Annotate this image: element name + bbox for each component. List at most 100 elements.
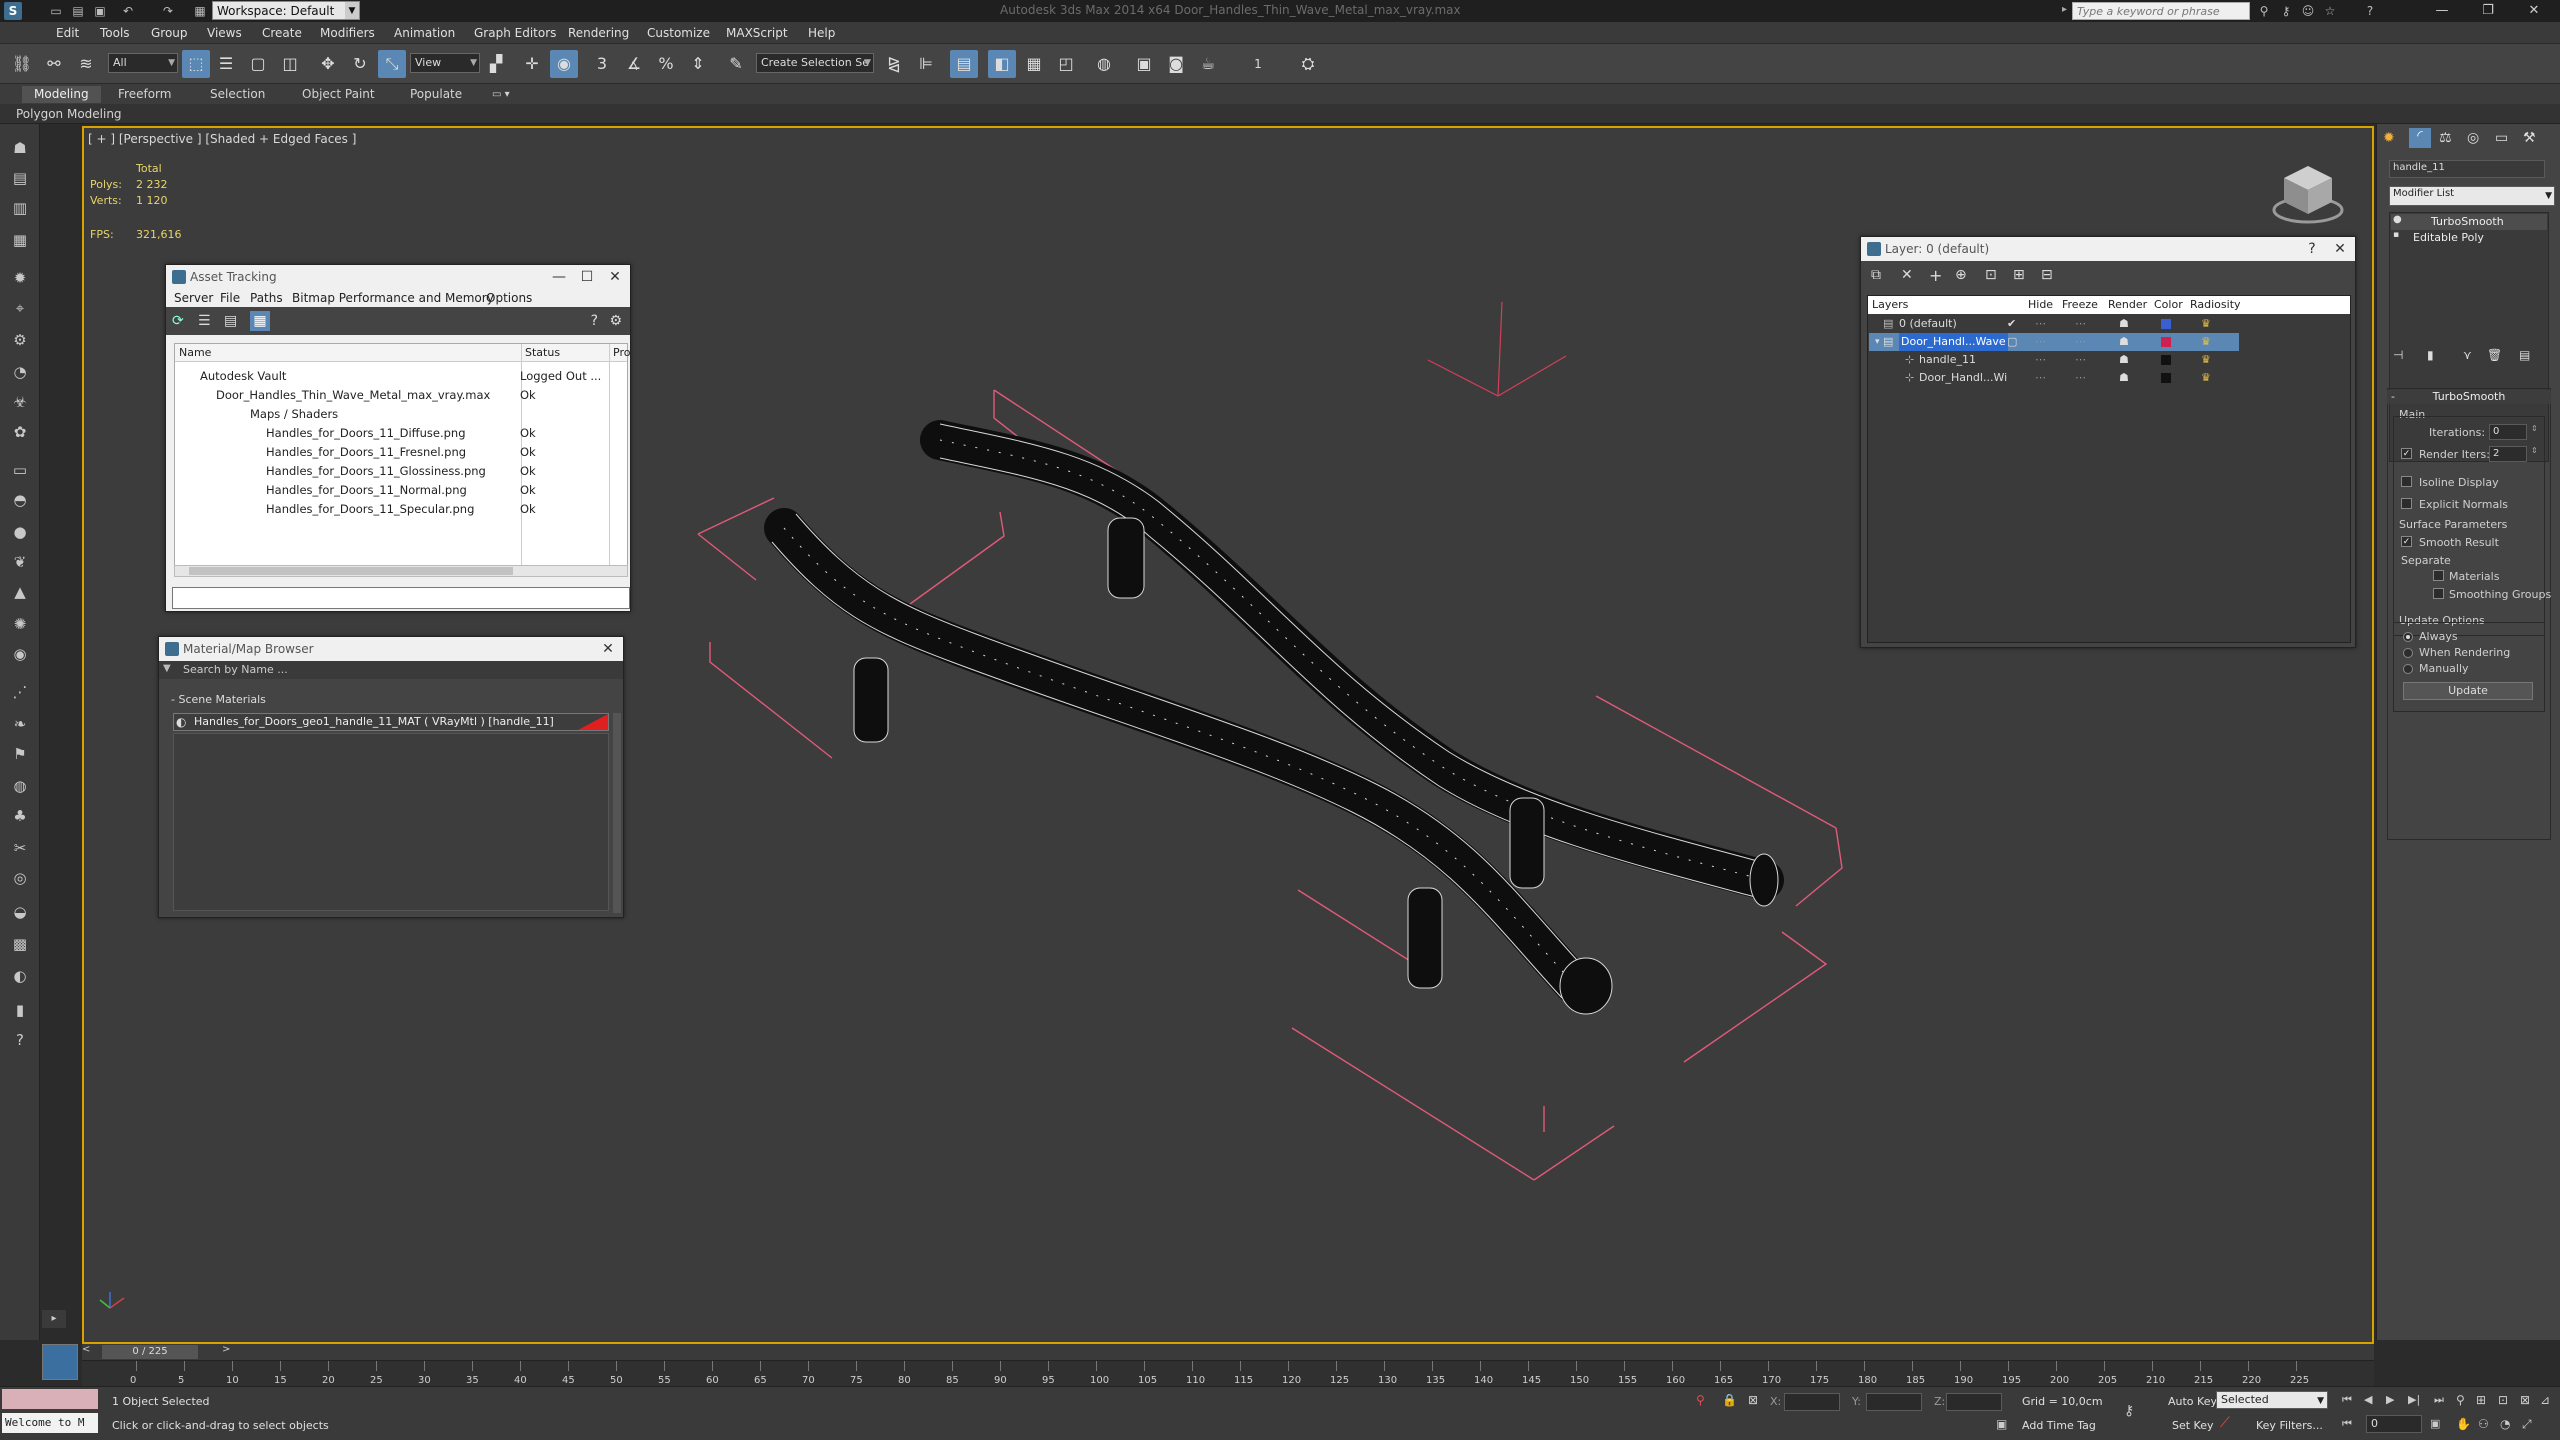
menu-options[interactable]: Options xyxy=(486,291,532,305)
key-mode-dropdown[interactable]: Selected ▼ xyxy=(2216,1391,2328,1409)
column-layers[interactable]: Layers xyxy=(1872,298,1908,311)
move-icon[interactable]: ✥ xyxy=(314,50,342,78)
show-end-result-icon[interactable]: ▮ xyxy=(2427,348,2434,362)
absolute-mode-icon[interactable]: ⊠ xyxy=(1748,1393,1758,1407)
menu-help[interactable]: Help xyxy=(808,26,835,40)
layer-color-swatch[interactable] xyxy=(2161,337,2171,347)
sun-icon[interactable]: ✺ xyxy=(8,612,32,636)
render-teapot-icon[interactable]: ☗ xyxy=(2119,369,2129,387)
help-icon[interactable]: ? xyxy=(2362,3,2378,19)
mirror-icon[interactable]: ⧎ xyxy=(880,50,908,78)
layer-explorer-titlebar[interactable]: Layer: 0 (default) ? ✕ xyxy=(1861,237,2355,261)
add-to-layer-icon[interactable]: ▢ xyxy=(2007,333,2017,351)
radiosity-icon[interactable]: ♛ xyxy=(2201,315,2211,333)
rollout-header[interactable]: - TurboSmooth xyxy=(2387,390,2551,404)
current-frame-field[interactable]: 0 xyxy=(2366,1415,2422,1433)
material-search-input[interactable]: Search by Name ... xyxy=(183,663,288,676)
table-view-icon[interactable]: ▦ xyxy=(250,311,270,331)
asset-path-field[interactable] xyxy=(172,587,630,609)
rectangular-selection-icon[interactable]: ▢ xyxy=(244,50,272,78)
make-unique-icon[interactable]: ⋎ xyxy=(2463,348,2472,362)
restore-button[interactable]: ❐ xyxy=(2466,0,2510,22)
vertical-scrollbar[interactable] xyxy=(613,713,621,913)
field-of-view-icon[interactable]: ⊿ xyxy=(2540,1393,2550,1407)
modifier-list-dropdown[interactable]: Modifier List ▼ xyxy=(2389,186,2555,206)
zoom-icon[interactable]: ⚲ xyxy=(2456,1393,2465,1407)
column-radiosity[interactable]: Radiosity xyxy=(2190,298,2241,311)
menu-create[interactable]: Create xyxy=(262,26,302,40)
smoothing-groups-checkbox[interactable] xyxy=(2433,588,2444,599)
when-rendering-radio[interactable] xyxy=(2403,648,2413,658)
minimize-button[interactable]: — xyxy=(546,265,572,289)
tab-object-paint[interactable]: Object Paint xyxy=(290,86,387,103)
scale-icon[interactable]: ⤡ xyxy=(378,50,406,78)
bind-space-warp-icon[interactable]: ≋ xyxy=(72,50,100,78)
layer-row-door-handle-object[interactable]: ⊹ Door_Handl...Wi ⋯ ⋯ ☗ ♛ xyxy=(1869,369,2239,387)
freeze-toggle[interactable]: ⋯ xyxy=(2075,333,2086,351)
material-editor-icon[interactable]: ◍ xyxy=(1090,50,1118,78)
track-bar[interactable]: 0 5 10 15 20 25 30 35 40 45 50 55 60 65 70 75 80 85 90 95 10… xyxy=(82,1360,2374,1386)
layer-icon[interactable]: ▤ xyxy=(8,166,32,190)
asset-row-fresnel[interactable]: Handles_for_Doors_11_Fresnel.png Ok xyxy=(174,443,628,462)
menu-maxscript[interactable]: MAXScript xyxy=(726,26,788,40)
asset-tracking-titlebar[interactable]: Asset Tracking — ☐ ✕ xyxy=(166,265,630,289)
material-browser-titlebar[interactable]: Material/Map Browser ✕ xyxy=(159,637,623,661)
spacewarp-icon[interactable]: ◔ xyxy=(8,360,32,384)
set-key-button[interactable]: Set Key xyxy=(2172,1419,2214,1432)
column-color[interactable]: Color xyxy=(2154,298,2183,311)
mini-curve-editor-toggle[interactable]: ▸ xyxy=(42,1310,66,1328)
lock-selection-icon[interactable]: 🔒 xyxy=(1722,1393,1737,1407)
list-view-icon[interactable]: ☰ xyxy=(198,313,211,329)
maxscript-mini-listener[interactable]: Welcome to M xyxy=(2,1413,98,1433)
app-logo-icon[interactable]: S xyxy=(4,2,22,20)
menu-group[interactable]: Group xyxy=(151,26,188,40)
layers-icon[interactable]: ⧉ xyxy=(1871,267,1881,283)
plane-icon[interactable]: ▭ xyxy=(8,458,32,482)
open-file-icon[interactable]: ▤ xyxy=(70,3,86,19)
asset-row-specular[interactable]: Handles_for_Doors_11_Specular.png Ok xyxy=(174,500,628,519)
grid-icon[interactable]: ⋰ xyxy=(8,680,32,704)
close-button[interactable]: ✕ xyxy=(602,265,628,289)
selection-filter-dropdown[interactable]: All ▼ xyxy=(108,53,178,73)
help-search-input[interactable]: Type a keyword or phrase xyxy=(2072,2,2250,20)
expand-icon[interactable]: ▪ xyxy=(2393,230,2399,240)
helper-icon[interactable]: ⚙ xyxy=(8,328,32,352)
menu-rendering[interactable]: Rendering xyxy=(568,26,629,40)
utilities-icon[interactable]: ✿ xyxy=(8,420,32,444)
highlight-icon[interactable]: ⊞ xyxy=(2013,267,2025,283)
fur-icon[interactable]: ❦ xyxy=(8,550,32,574)
shapes-icon[interactable]: ❧ xyxy=(8,712,32,736)
hide-toggle[interactable]: ⋯ xyxy=(2035,333,2046,351)
binoculars-icon[interactable]: ⚲ xyxy=(2256,3,2272,19)
render-sphere-icon[interactable]: ◒ xyxy=(8,900,32,924)
pin-stack-icon[interactable]: ⊣ xyxy=(2393,348,2403,362)
undo-icon[interactable]: ↶ xyxy=(120,3,136,19)
light-bulb-icon[interactable]: ● xyxy=(2393,214,2402,225)
z-coordinate-field[interactable] xyxy=(1946,1393,2002,1411)
menu-paths[interactable]: Paths xyxy=(250,291,283,305)
materials-checkbox[interactable] xyxy=(2433,570,2444,581)
time-configuration-icon[interactable]: ▣ xyxy=(2430,1417,2440,1430)
torus-icon[interactable]: ◎ xyxy=(8,866,32,890)
menu-edit[interactable]: Edit xyxy=(56,26,79,40)
delete-layer-icon[interactable]: ✕ xyxy=(1901,267,1913,283)
display-tab-icon[interactable]: ▭ xyxy=(2495,130,2508,146)
menu-tools[interactable]: Tools xyxy=(100,26,130,40)
settings-icon[interactable]: ⚙ xyxy=(609,313,622,329)
pivot-center-icon[interactable]: ▞ xyxy=(482,50,510,78)
time-slider[interactable]: < 0 / 225 > xyxy=(82,1344,2374,1360)
rotate-icon[interactable]: ↻ xyxy=(346,50,374,78)
target-camera-icon[interactable]: ⚑ xyxy=(8,742,32,766)
add-selected-icon[interactable]: ⊕ xyxy=(1955,267,1967,283)
render-production-icon[interactable]: ☕ xyxy=(1194,50,1222,78)
prev-frame-icon[interactable]: < xyxy=(82,1344,90,1355)
zoom-all-icon[interactable]: ⊞ xyxy=(2476,1393,2486,1407)
edit-named-selection-icon[interactable]: ✎ xyxy=(722,50,750,78)
render-iters-field[interactable]: 2 xyxy=(2489,446,2527,462)
layer-row-default[interactable]: ▤ 0 (default) ✔ ⋯ ⋯ ☗ ♛ xyxy=(1869,315,2239,333)
ribbon-options-icon[interactable]: ▭ ▾ xyxy=(480,86,522,103)
camera-icon[interactable]: ⌖ xyxy=(8,296,32,320)
render-teapot-icon[interactable]: ☗ xyxy=(2119,351,2129,369)
radiosity-icon[interactable]: ♛ xyxy=(2201,351,2211,369)
vray-icon[interactable]: ◐ xyxy=(8,964,32,988)
